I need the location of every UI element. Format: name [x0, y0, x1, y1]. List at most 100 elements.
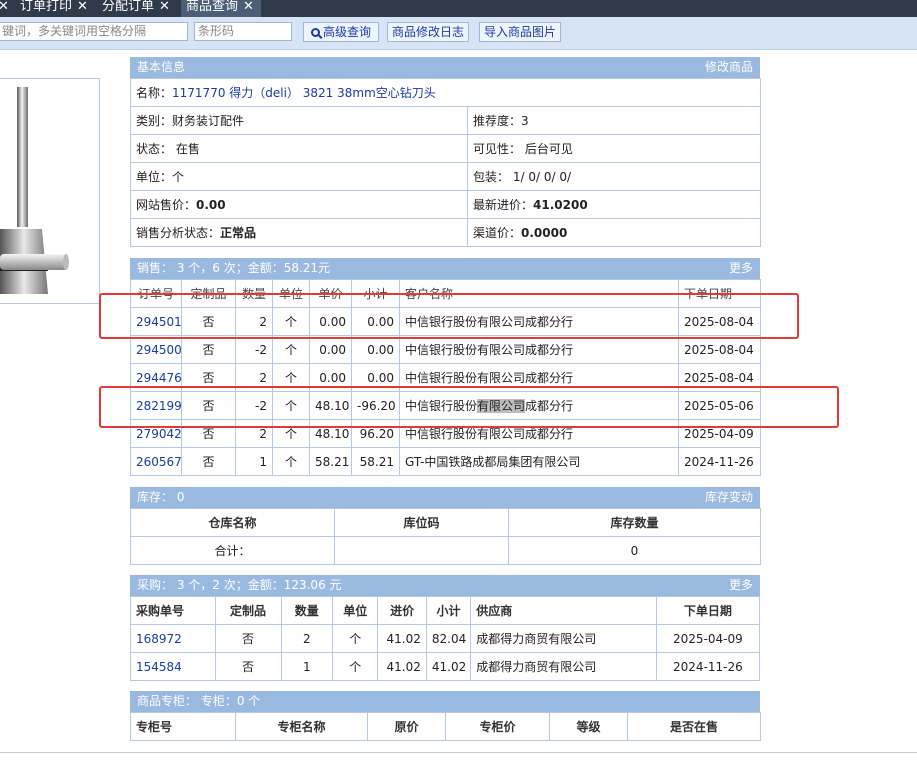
order-link[interactable]: 260567 [136, 455, 181, 469]
date-cell: 2025-08-04 [678, 307, 761, 336]
stock-title: 库存： 0 [137, 490, 185, 504]
sales-more-link[interactable]: 更多 [729, 258, 753, 279]
toolbar: 键词，多关键词用空格分隔 条形码 高级查询 商品修改日志 导入商品图片 [0, 17, 917, 50]
purchase-order-link[interactable]: 154584 [136, 660, 182, 674]
import-images-button[interactable]: 导入商品图片 [479, 22, 561, 42]
tab-close-partial[interactable]: ✕ [0, 0, 8, 17]
purchase-header-row: 采购单号 定制品 数量 单位 进价 小计 供应商 下单日期 [130, 596, 761, 625]
col-order: 订单号 [130, 279, 182, 308]
barcode-input[interactable]: 条形码 [194, 22, 292, 41]
unit-cell: 个 [272, 335, 310, 364]
custom-cell: 否 [181, 363, 236, 392]
order-link[interactable]: 294476 [136, 371, 181, 385]
subtotal-cell: 96.20 [351, 419, 400, 448]
price-cell: 48.10 [309, 391, 352, 420]
latest-cost-value: 41.0200 [533, 198, 588, 212]
date-cell: 2025-08-04 [678, 335, 761, 364]
custom-cell: 否 [214, 624, 282, 653]
status-cell: 状态： 在售 [130, 134, 468, 163]
basic-info-header: 基本信息 修改商品 [130, 57, 760, 78]
col-counter-price: 专柜价 [445, 712, 550, 741]
col-level: 等级 [549, 712, 628, 741]
tab-label: 分配订单 [102, 0, 155, 14]
customer-text: 成都分行 [525, 399, 574, 413]
price-cell: 58.21 [309, 447, 352, 476]
col-qty: 数量 [235, 279, 273, 308]
custom-cell: 否 [181, 447, 236, 476]
purchase-title: 采购： 3 个，2 次；金额：123.06 元 [137, 578, 342, 592]
keyword-search-input[interactable]: 键词，多关键词用空格分隔 [0, 22, 188, 41]
advanced-search-button[interactable]: 高级查询 [303, 22, 379, 42]
col-custom: 定制品 [214, 596, 282, 625]
custom-cell: 否 [214, 652, 282, 681]
col-counter-no: 专柜号 [130, 712, 236, 741]
tab-bar: ✕ 订单打印 ✕ 分配订单 ✕ 商品查询 ✕ [0, 0, 917, 17]
modify-log-button[interactable]: 商品修改日志 [387, 22, 469, 42]
subtotal-cell: -96.20 [351, 391, 400, 420]
customer-cell: 中信银行股份有限公司成都分行 [399, 419, 679, 448]
tab-order-print[interactable]: 订单打印 ✕ [20, 0, 98, 17]
product-name-link[interactable]: 1171770 得力（deli） 3821 38mm空心钻刀头 [172, 86, 436, 100]
sales-table: 订单号 定制品 数量 单位 单价 小计 客户名称 下单日期 294501 否 2… [130, 279, 761, 476]
category-label: 类别： [136, 114, 173, 128]
unit-label: 单位： [136, 170, 173, 184]
col-date: 下单日期 [678, 279, 761, 308]
total-qty: 0 [508, 536, 761, 565]
order-link[interactable]: 294501 [136, 315, 181, 329]
status-value: 在售 [175, 142, 200, 156]
tab-assign-order[interactable]: 分配订单 ✕ [102, 0, 178, 17]
supplier-cell: 成都得力商贸有限公司 [470, 652, 657, 681]
table-row: 294501 否 2 个 0.00 0.00 中信银行股份有限公司成都分行 20… [130, 307, 761, 336]
product-name-cell: 名称：1171770 得力（deli） 3821 38mm空心钻刀头 [129, 78, 762, 107]
basic-info-table: 名称：1171770 得力（deli） 3821 38mm空心钻刀头 类别：财务… [129, 78, 762, 247]
purchase-order-link[interactable]: 168972 [136, 632, 182, 646]
unit-value: 个 [172, 170, 185, 184]
subtotal-cell: 58.21 [351, 447, 400, 476]
counter-header: 商品专柜： 专柜：0 个 [130, 691, 760, 712]
packing-label: 包装： [473, 170, 510, 184]
channel-price-cell: 渠道价：0.0000 [466, 218, 762, 247]
recommend-label: 推荐度： [473, 114, 522, 128]
counter-panel: 商品专柜： 专柜：0 个 专柜号 专柜名称 原价 专柜价 等级 是否在售 [130, 691, 761, 741]
tab-label: 商品查询 [186, 0, 239, 14]
order-link[interactable]: 282199 [136, 399, 181, 413]
table-row: 294476 否 2 个 0.00 0.00 中信银行股份有限公司成都分行 20… [130, 363, 761, 392]
price-cell: 0.00 [309, 363, 352, 392]
packing-value: 1/ 0/ 0/ 0/ [512, 170, 571, 184]
date-cell: 2024-11-26 [655, 652, 761, 681]
qty-cell: -2 [235, 335, 273, 364]
purchase-panel: 采购： 3 个，2 次；金额：123.06 元 更多 采购单号 定制品 数量 单… [130, 575, 761, 681]
qty-cell: 2 [280, 624, 334, 653]
col-counter-name: 专柜名称 [235, 712, 368, 741]
name-label: 名称： [136, 86, 173, 100]
unit-cell: 个 [272, 419, 310, 448]
stock-change-link[interactable]: 库存变动 [705, 487, 753, 508]
table-row: 279042 否 2 个 48.10 96.20 中信银行股份有限公司成都分行 … [130, 419, 761, 448]
subtotal-cell: 41.02 [425, 652, 472, 681]
stock-total-row: 合计： 0 [130, 536, 761, 565]
table-row: 282199 否 -2 个 48.10 -96.20 中信银行股份有限公司成都分… [130, 391, 761, 420]
price-cell: 0.00 [309, 307, 352, 336]
edit-product-link[interactable]: 修改商品 [705, 57, 753, 78]
tab-product-query[interactable]: 商品查询 ✕ [181, 0, 261, 17]
date-cell: 2025-05-06 [678, 391, 761, 420]
visibility-label: 可见性： [473, 142, 522, 156]
custom-cell: 否 [181, 307, 236, 336]
counter-header-row: 专柜号 专柜名称 原价 专柜价 等级 是否在售 [130, 712, 761, 741]
customer-cell: GT-中国铁路成都局集团有限公司 [399, 447, 679, 476]
cost-cell: 41.02 [377, 624, 427, 653]
close-icon[interactable]: ✕ [159, 0, 170, 14]
close-icon[interactable]: ✕ [243, 0, 254, 14]
purchase-more-link[interactable]: 更多 [729, 575, 753, 596]
col-location: 库位码 [334, 508, 509, 537]
category-cell: 类别：财务装订配件 [130, 106, 468, 135]
close-icon[interactable]: ✕ [77, 0, 88, 14]
product-image [0, 87, 69, 294]
col-stock-qty: 库存数量 [508, 508, 761, 537]
col-custom: 定制品 [181, 279, 236, 308]
order-link[interactable]: 279042 [136, 427, 181, 441]
col-cost: 进价 [377, 596, 427, 625]
web-price-label: 网站售价： [136, 198, 197, 212]
order-link[interactable]: 294500 [136, 343, 181, 357]
unit-cell: 个 [272, 447, 310, 476]
